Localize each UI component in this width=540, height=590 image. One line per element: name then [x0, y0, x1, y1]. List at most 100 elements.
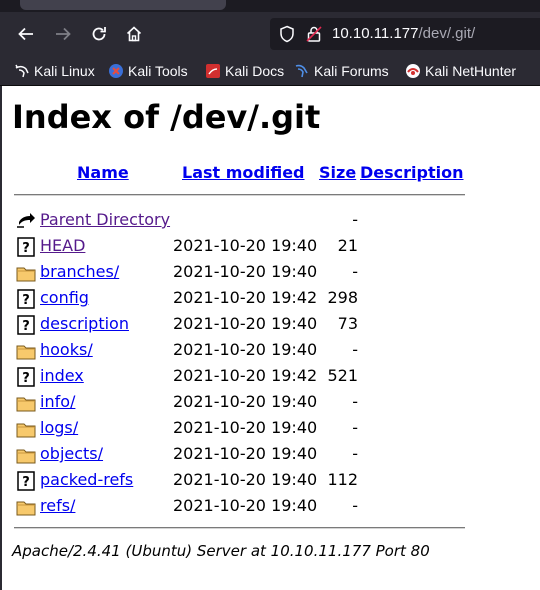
table-row: hooks/2021-10-20 19:40 - [14, 340, 474, 360]
bookmark-kali-forums[interactable]: Kali Forums [294, 62, 389, 80]
forward-button[interactable] [51, 22, 75, 46]
column-name-link[interactable]: Name [77, 163, 129, 182]
file-link[interactable]: index [40, 366, 84, 385]
back-arrow-icon [16, 211, 36, 231]
active-tab[interactable] [20, 0, 226, 10]
last-modified: 2021-10-20 19:40 [173, 314, 318, 333]
url-host: 10.10.11.177 [332, 25, 419, 42]
folder-icon [16, 419, 36, 439]
reload-icon [92, 27, 106, 41]
folder-icon [16, 393, 36, 413]
navigation-toolbar: 10.10.11.177/dev/.git/ [0, 12, 540, 56]
kali-forums-icon [295, 64, 308, 78]
unknown-file-icon: ? [16, 315, 36, 335]
file-link[interactable]: HEAD [40, 236, 85, 255]
last-modified: 2021-10-20 19:40 [173, 444, 318, 463]
kali-docs-icon [206, 64, 220, 78]
file-link[interactable]: branches/ [40, 262, 119, 281]
home-button[interactable] [122, 22, 146, 46]
column-description-link[interactable]: Description [360, 163, 463, 182]
server-signature: Apache/2.4.41 (Ubuntu) Server at 10.10.1… [12, 542, 430, 560]
footer-divider [14, 527, 465, 529]
unknown-file-icon: ? [16, 367, 36, 387]
bookmark-label: Kali NetHunter [425, 63, 517, 79]
last-modified: 2021-10-20 19:40 [173, 236, 318, 255]
kali-dragon-icon [15, 64, 29, 78]
table-row: logs/2021-10-20 19:40 - [14, 418, 474, 438]
bookmark-kali-linux[interactable]: Kali Linux [14, 62, 95, 80]
bookmark-label: Kali Tools [128, 63, 188, 79]
file-size: 112 [327, 470, 358, 489]
home-icon [126, 26, 142, 42]
column-modified-link[interactable]: Last modified [182, 163, 305, 182]
table-row: ? config 2021-10-20 19:42 298 [14, 288, 474, 309]
bookmarks-toolbar: Kali Linux Kali Tools Kali Docs Kali For… [0, 56, 540, 86]
bookmark-label: Kali Docs [225, 63, 285, 79]
bookmark-label: Kali Linux [34, 63, 95, 79]
bookmark-kali-nethunter[interactable]: Kali NetHunter [405, 62, 516, 80]
table-row: Parent Directory - [14, 210, 474, 230]
last-modified: 2021-10-20 19:40 [173, 470, 318, 489]
file-size: 21 [337, 236, 358, 255]
table-row: ? HEAD 2021-10-20 19:40 21 [14, 236, 474, 257]
file-link[interactable]: refs/ [40, 496, 75, 515]
file-link[interactable]: config [40, 288, 89, 307]
header-divider [14, 194, 465, 196]
insecure-lock-icon[interactable] [305, 25, 323, 43]
bookmark-kali-docs[interactable]: Kali Docs [205, 62, 284, 80]
table-row: ? packed-refs 2021-10-20 19:40 112 [14, 470, 474, 491]
file-size: - [352, 418, 358, 437]
back-arrow-icon [18, 27, 33, 41]
unknown-file-icon: ? [16, 237, 36, 257]
file-size: - [352, 496, 358, 515]
folder-icon [16, 263, 36, 283]
file-link[interactable]: objects/ [40, 444, 103, 463]
kali-tools-icon [109, 64, 123, 78]
reload-button[interactable] [87, 22, 111, 46]
last-modified: 2021-10-20 19:42 [173, 288, 318, 307]
page-title: Index of /dev/.git [12, 98, 321, 136]
file-size: - [352, 210, 358, 229]
unknown-file-icon: ? [16, 289, 36, 309]
svg-text:?: ? [22, 475, 30, 490]
last-modified: 2021-10-20 19:40 [173, 392, 318, 411]
last-modified: 2021-10-20 19:42 [173, 366, 318, 385]
file-size: 298 [327, 288, 358, 307]
file-link[interactable]: packed-refs [40, 470, 133, 489]
file-link[interactable]: hooks/ [40, 340, 93, 359]
tab-strip [0, 0, 540, 12]
last-modified: 2021-10-20 19:40 [173, 496, 318, 515]
table-row: info/2021-10-20 19:40 - [14, 392, 474, 412]
last-modified: 2021-10-20 19:40 [173, 262, 318, 281]
url-bar[interactable]: 10.10.11.177/dev/.git/ [270, 18, 540, 50]
file-link[interactable]: info/ [40, 392, 75, 411]
column-size-link[interactable]: Size [319, 163, 356, 182]
forward-arrow-icon [56, 27, 71, 41]
bookmark-kali-tools[interactable]: Kali Tools [108, 62, 188, 80]
table-row: ? description 2021-10-20 19:40 73 [14, 314, 474, 335]
svg-text:?: ? [22, 371, 30, 386]
folder-icon [16, 341, 36, 361]
bookmark-label: Kali Forums [314, 63, 389, 79]
back-button[interactable] [14, 22, 38, 46]
last-modified: 2021-10-20 19:40 [173, 340, 318, 359]
file-link[interactable]: Parent Directory [40, 210, 170, 229]
table-row: branches/2021-10-20 19:40 - [14, 262, 474, 282]
shield-icon[interactable] [278, 25, 296, 43]
kali-nethunter-icon [406, 64, 420, 78]
file-size: 73 [337, 314, 358, 333]
file-link[interactable]: description [40, 314, 129, 333]
svg-text:?: ? [22, 319, 30, 334]
table-row: refs/2021-10-20 19:40 - [14, 496, 474, 516]
file-link[interactable]: logs/ [40, 418, 78, 437]
file-size: - [352, 340, 358, 359]
file-size: - [352, 262, 358, 281]
svg-text:?: ? [22, 241, 30, 256]
page-content: Index of /dev/.git Name Last modified Si… [0, 86, 540, 590]
url-text[interactable]: 10.10.11.177/dev/.git/ [332, 25, 475, 42]
table-row: ? index 2021-10-20 19:42 521 [14, 366, 474, 387]
file-size: 521 [327, 366, 358, 385]
table-row: objects/2021-10-20 19:40 - [14, 444, 474, 464]
unknown-file-icon: ? [16, 471, 36, 491]
file-size: - [352, 444, 358, 463]
